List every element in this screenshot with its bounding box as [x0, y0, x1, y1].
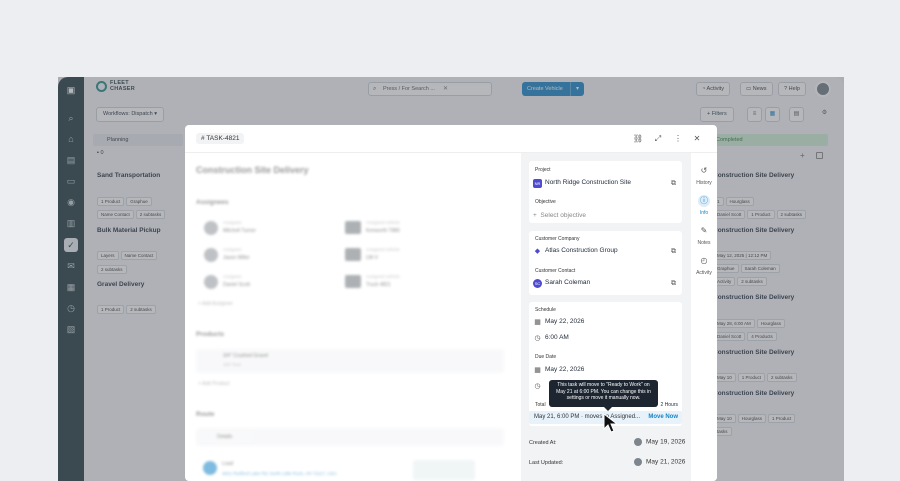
project-objective-card: Project NR North Ridge Construction Site… — [529, 161, 682, 223]
avatar — [634, 438, 642, 446]
clock-icon: ◷ — [534, 335, 541, 342]
project-label: Project — [535, 167, 551, 173]
total-value: 2 Hours — [660, 402, 678, 408]
schedule-label: Schedule — [535, 307, 556, 313]
add-assignee-button[interactable]: + Add Assignee — [198, 301, 233, 307]
task-id-badge: # TASK-4821 — [196, 133, 245, 144]
assignees-heading: Assignees — [196, 199, 229, 206]
external-link-icon[interactable]: ⧉ — [669, 247, 678, 256]
activity-icon: ◴ — [700, 256, 708, 265]
due-date[interactable]: May 22, 2026 — [545, 366, 584, 373]
schedule-date[interactable]: May 22, 2026 — [545, 318, 584, 325]
customer-contact-label: Customer Contact — [535, 268, 576, 274]
load-marker-icon — [203, 461, 217, 475]
route-details-row[interactable]: Details — [196, 428, 504, 446]
info-icon: ⓘ — [698, 195, 710, 207]
tooltip-arrow — [604, 407, 612, 411]
expand-icon[interactable]: ⤢ — [652, 133, 664, 145]
auto-move-tooltip: This task will move to "Ready to Work" o… — [549, 380, 658, 407]
task-details-left: Construction Site Delivery Assignees Ass… — [185, 153, 521, 481]
notes-icon: ✎ — [700, 226, 708, 235]
modal-header: # TASK-4821 ⛓ ⤢ ⋮ ✕ — [185, 125, 717, 153]
external-link-icon[interactable]: ⧉ — [669, 179, 678, 188]
mouse-cursor-icon — [603, 413, 619, 433]
avatar — [204, 221, 218, 235]
last-updated-value: May 21, 2026 — [634, 458, 685, 466]
move-now-button[interactable]: Move Now — [645, 411, 678, 424]
route-heading: Route — [196, 411, 215, 418]
customer-contact-value[interactable]: Sarah Coleman — [545, 279, 590, 286]
product-row[interactable]: 3/4" Crushed Gravel 100 Tons — [196, 349, 504, 373]
tab-activity[interactable]: ◴ Activity — [691, 255, 717, 276]
tab-history[interactable]: ↺ History — [691, 165, 717, 186]
tab-info[interactable]: ⓘ Info — [691, 195, 717, 216]
created-at-value: May 19, 2026 — [634, 438, 685, 446]
project-badge: NR — [533, 179, 542, 188]
side-tabs: ↺ History ⓘ Info ✎ Notes ◴ Activity — [691, 153, 717, 481]
close-icon[interactable]: ✕ — [691, 133, 703, 145]
vehicle-thumbnail — [345, 221, 361, 234]
more-icon[interactable]: ⋮ — [672, 133, 684, 145]
external-link-icon[interactable]: ⧉ — [669, 279, 678, 288]
calendar-icon: ▦ — [534, 319, 541, 326]
assignee-row[interactable]: Assignee Jason Miller Assigned vehicle L… — [196, 243, 504, 267]
task-title: Construction Site Delivery — [196, 165, 309, 175]
tab-notes[interactable]: ✎ Notes — [691, 225, 717, 246]
clock-icon: ◷ — [534, 383, 541, 390]
calendar-icon: ▦ — [534, 367, 541, 374]
project-value[interactable]: North Ridge Construction Site — [545, 179, 631, 186]
company-icon: ◆ — [534, 248, 541, 255]
due-date-label: Due Date — [535, 354, 557, 360]
assignee-row[interactable]: Assignee Daniel Scott Assigned vehicle T… — [196, 270, 504, 294]
customer-company-label: Customer Company — [535, 236, 580, 242]
customer-company-value[interactable]: Atlas Construction Group — [545, 247, 618, 254]
assignee-row[interactable]: Assignee Mitchell Turner Assigned vehicl… — [196, 216, 504, 240]
add-product-button[interactable]: + Add Product — [198, 381, 230, 387]
objective-select[interactable]: + Select objective — [533, 212, 586, 219]
contact-avatar: SC — [533, 279, 542, 288]
link-icon[interactable]: ⛓ — [632, 133, 644, 145]
history-icon: ↺ — [700, 166, 708, 175]
objective-label: Objective — [535, 199, 556, 205]
customer-card: Customer Company ◆ Atlas Construction Gr… — [529, 231, 682, 295]
schedule-time[interactable]: 6:00 AM — [545, 334, 569, 341]
last-updated-label: Last Updated: — [529, 460, 564, 466]
task-modal: # TASK-4821 ⛓ ⤢ ⋮ ✕ Construction Site De… — [185, 125, 717, 481]
auto-move-text: May 21, 6:00 PM · moves to Assigned... — [534, 414, 641, 420]
created-at-label: Created At: — [529, 440, 557, 446]
avatar — [634, 458, 642, 466]
total-label: Total — [535, 402, 546, 408]
products-heading: Products — [196, 331, 225, 338]
route-map-thumbnail — [413, 460, 475, 480]
